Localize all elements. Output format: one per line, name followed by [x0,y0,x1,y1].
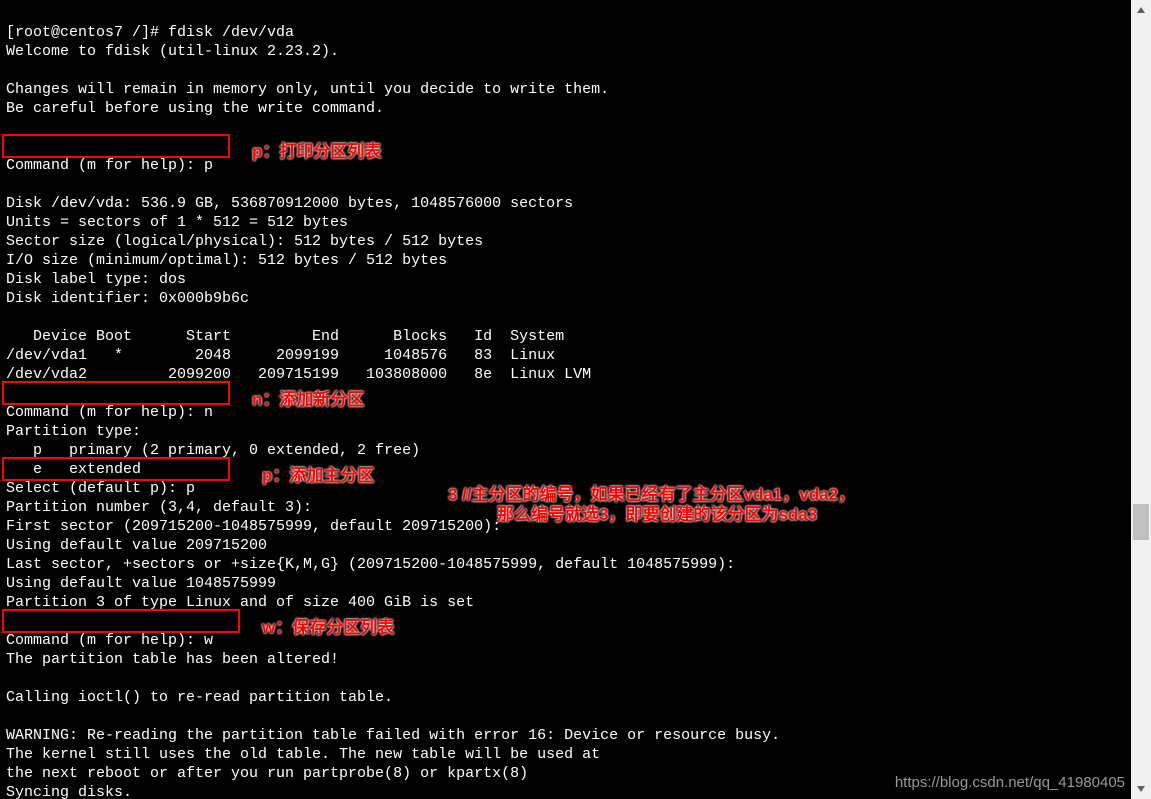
annotation-p-primary: p：添加主分区 [262,461,374,486]
line: The kernel still uses the old table. The… [6,746,600,763]
line: First sector (209715200-1048575999, defa… [6,518,501,535]
line: Syncing disks. [6,784,132,799]
chevron-up-icon [1136,5,1146,15]
line: Device Boot Start End Blocks Id System [6,328,564,345]
annotation-n-new: n：添加新分区 [252,385,364,410]
line: Calling ioctl() to re-read partition tab… [6,689,393,706]
line: Using default value 209715200 [6,537,267,554]
line: Disk /dev/vda: 536.9 GB, 536870912000 by… [6,195,573,212]
line: Sector size (logical/physical): 512 byte… [6,233,483,250]
line: I/O size (minimum/optimal): 512 bytes / … [6,252,447,269]
line: Changes will remain in memory only, unti… [6,81,609,98]
line: Disk label type: dos [6,271,186,288]
line: Select (default p): p [6,480,204,497]
line: Partition number (3,4, default 3): [6,499,312,516]
scroll-thumb[interactable] [1133,504,1149,540]
line: The partition table has been altered! [6,651,339,668]
line: Welcome to fdisk (util-linux 2.23.2). [6,43,339,60]
vertical-scrollbar[interactable] [1131,0,1151,799]
annotation-p-print: p：打印分区列表 [252,137,381,162]
highlight-box-n-new [2,381,230,405]
line: Command (m for help): w [6,632,222,649]
viewport: [root@centos7 /]# fdisk /dev/vda Welcome… [0,0,1151,799]
scroll-down-button[interactable] [1131,779,1151,799]
annotation-w-write: w：保存分区列表 [262,613,394,638]
line: Command (m for help): n [6,404,222,421]
scroll-up-button[interactable] [1131,0,1151,20]
line: Units = sectors of 1 * 512 = 512 bytes [6,214,348,231]
line: the next reboot or after you run partpro… [6,765,528,782]
line: Using default value 1048575999 [6,575,276,592]
annotation-partition-number-line2: 那么编号就选3，即要创建的该分区为sda3 [497,500,817,525]
line: [root@centos7 /]# fdisk /dev/vda [6,24,294,41]
line: /dev/vda1 * 2048 2099199 1048576 83 Linu… [6,347,555,364]
line: Partition type: [6,423,141,440]
highlight-box-p-print [2,134,230,158]
line: Last sector, +sectors or +size{K,M,G} (2… [6,556,735,573]
highlight-box-w-write [2,609,240,633]
chevron-down-icon [1136,784,1146,794]
line: Command (m for help): p [6,157,222,174]
highlight-box-p-primary [2,457,230,481]
line: Disk identifier: 0x000b9b6c [6,290,249,307]
watermark-text: https://blog.csdn.net/qq_41980405 [895,774,1125,791]
line: Be careful before using the write comman… [6,100,384,117]
line: WARNING: Re-reading the partition table … [6,727,780,744]
